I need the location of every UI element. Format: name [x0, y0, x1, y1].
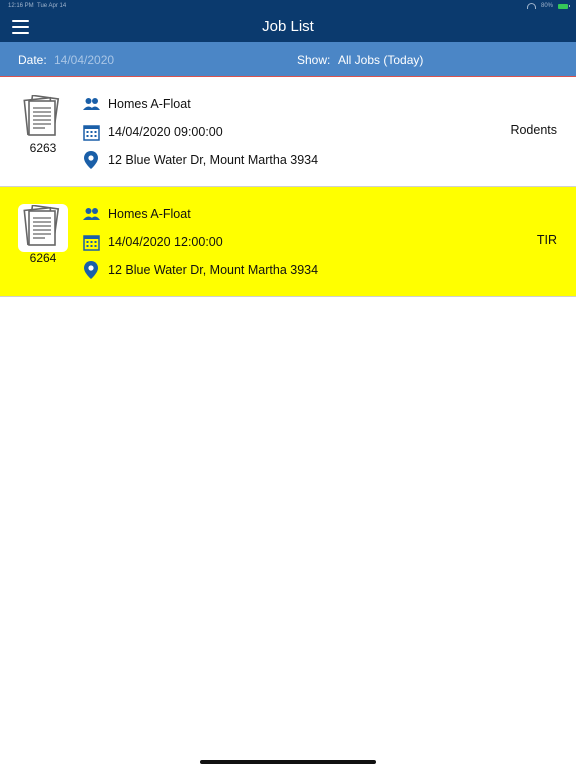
job-row[interactable]: 6264 Homes A-Float 14/04/2020 12:00:00 1…: [0, 187, 576, 297]
status-date: Tue Apr 14: [37, 3, 67, 9]
job-type: TIR: [536, 233, 557, 247]
client-name: Homes A-Float: [108, 207, 191, 221]
client-name: Homes A-Float: [108, 97, 191, 111]
job-type: Rodents: [510, 123, 557, 137]
job-address: 12 Blue Water Dr, Mount Martha 3934: [108, 153, 319, 167]
client-line: Homes A-Float: [82, 94, 191, 114]
documents-icon: [18, 94, 68, 142]
page-title: Job List: [262, 18, 314, 35]
location-pin-icon: [82, 261, 100, 279]
job-number: 6264: [29, 251, 57, 265]
address-line: 12 Blue Water Dr, Mount Martha 3934: [82, 150, 318, 170]
job-datetime: 14/04/2020 12:00:00: [108, 235, 223, 249]
wifi-icon: [526, 3, 536, 9]
people-icon: [82, 95, 100, 113]
show-label: Show:: [297, 53, 331, 67]
client-line: Homes A-Float: [82, 204, 191, 224]
calendar-icon: [82, 233, 100, 251]
datetime-line: 14/04/2020 09:00:00: [82, 122, 223, 142]
address-line: 12 Blue Water Dr, Mount Martha 3934: [82, 260, 318, 280]
documents-icon: [18, 204, 68, 252]
filter-bar: Date: 14/04/2020 Show: All Jobs (Today): [0, 42, 576, 77]
date-label: Date:: [18, 53, 47, 67]
navigation-bar: Job List: [0, 12, 576, 42]
job-datetime: 14/04/2020 09:00:00: [108, 125, 223, 139]
date-picker[interactable]: 14/04/2020: [54, 53, 114, 67]
battery-percent: 80%: [540, 3, 553, 9]
job-number: 6263: [29, 141, 57, 155]
status-time: 12:16 PM: [8, 3, 34, 9]
calendar-icon: [82, 123, 100, 141]
people-icon: [82, 205, 100, 223]
job-row[interactable]: 6263 Homes A-Float 14/04/2020 09:00:00 1…: [0, 77, 576, 187]
battery-icon: [558, 3, 570, 9]
location-pin-icon: [82, 151, 100, 169]
datetime-line: 14/04/2020 12:00:00: [82, 232, 223, 252]
status-bar: 12:16 PM Tue Apr 14 80%: [0, 0, 576, 12]
home-indicator[interactable]: [200, 760, 376, 764]
show-filter-select[interactable]: All Jobs (Today): [338, 53, 423, 67]
job-address: 12 Blue Water Dr, Mount Martha 3934: [108, 263, 319, 277]
status-indicators: 80%: [526, 0, 570, 12]
status-time-date: 12:16 PM Tue Apr 14: [8, 0, 66, 12]
